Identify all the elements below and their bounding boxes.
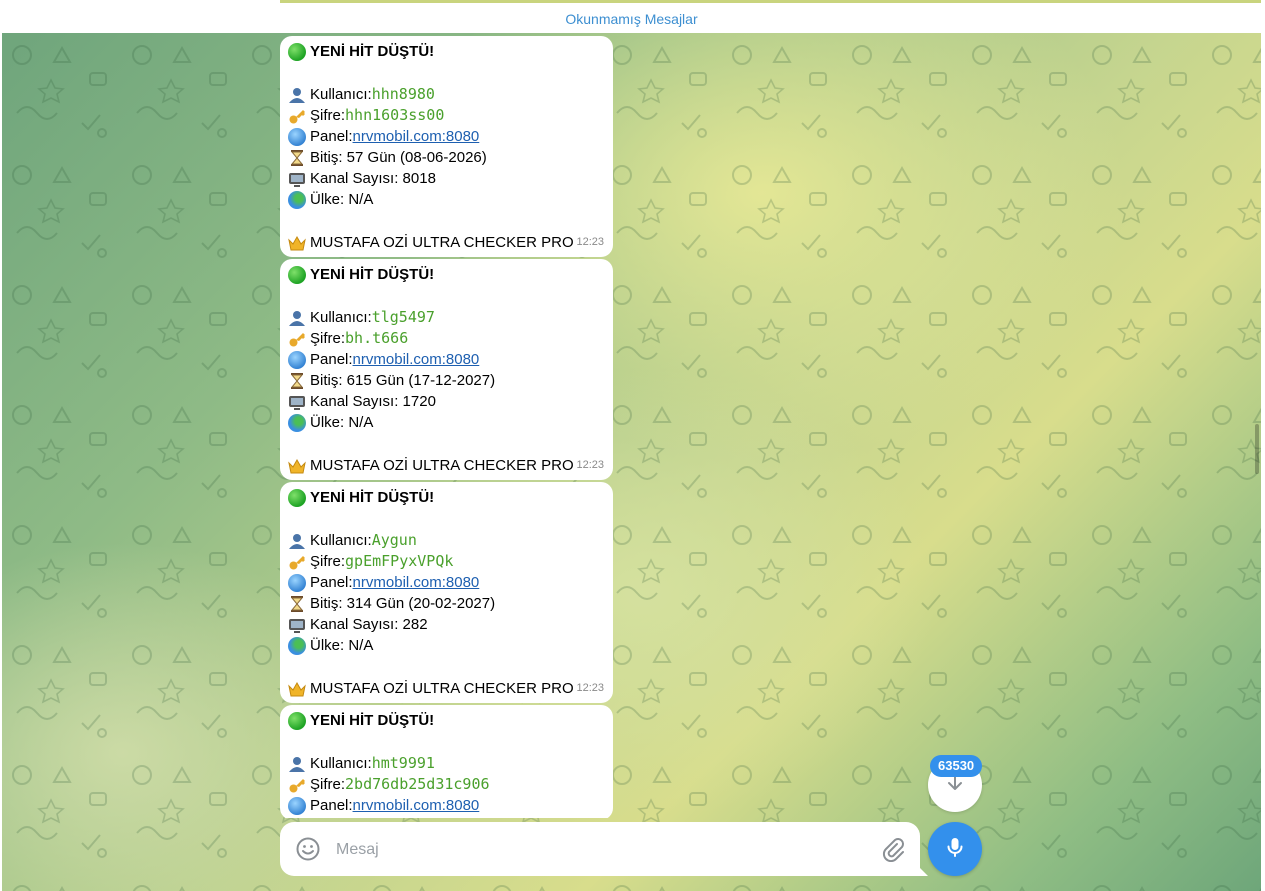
message-bubble[interactable]: YENİ HİT DÜŞTÜ! Kullanıcı: Aygun Şifre: … [280, 482, 613, 703]
message-input[interactable] [334, 835, 878, 865]
message-bubble[interactable]: YENİ HİT DÜŞTÜ! Kullanıcı: tlg5497 Şifre… [280, 259, 613, 480]
globe-icon [288, 573, 306, 592]
unread-count-badge: 63530 [930, 755, 983, 777]
password-label: Şifre: [310, 330, 346, 347]
password-code[interactable]: 2bd76db25d31c906 [345, 774, 490, 795]
top-edge-strip [280, 0, 1261, 3]
globe-icon [288, 350, 306, 369]
username-code[interactable]: tlg5497 [372, 307, 435, 328]
earth-globe-icon [288, 190, 306, 209]
user-label: Kullanıcı: [310, 309, 372, 326]
globe-icon [288, 796, 306, 815]
message-composer [280, 822, 928, 876]
doodle-pattern [2, 33, 1261, 891]
password-label: Şifre: [310, 107, 346, 124]
panel-link[interactable]: nrvmobil.com:8080 [353, 795, 480, 816]
earth-globe-icon [288, 636, 306, 655]
username-code[interactable]: hmt9991 [372, 753, 435, 774]
message-title: YENİ HİT DÜŞTÜ! [310, 43, 435, 60]
user-silhouette-icon [288, 755, 306, 773]
message-bubble[interactable]: YENİ HİT DÜŞTÜ! Kullanıcı: hhn8980 Şifre… [280, 36, 613, 257]
password-label: Şifre: [310, 553, 346, 570]
hourglass-icon [288, 595, 306, 613]
message-time: 12:23 [576, 236, 604, 248]
message-title: YENİ HİT DÜŞTÜ! [310, 266, 435, 283]
panel-label: Panel: [310, 351, 353, 368]
expiry-text: Bitiş: 314 Gün (20-02-2027) [310, 595, 496, 612]
green-circle-icon [288, 265, 306, 284]
password-code[interactable]: bh.t666 [345, 328, 408, 349]
password-code[interactable]: gpEmFPyxVPQk [345, 551, 453, 572]
user-silhouette-icon [288, 86, 306, 104]
signature-text: MUSTAFA OZİ ULTRA CHECKER PRO [310, 680, 574, 697]
scrollbar-thumb[interactable] [1255, 424, 1259, 474]
key-icon [288, 776, 306, 794]
chat-background [2, 33, 1261, 891]
hourglass-icon [288, 149, 306, 167]
panel-label: Panel: [310, 797, 353, 814]
panel-link[interactable]: nrvmobil.com:8080 [353, 572, 480, 593]
unread-messages-divider: Okunmamış Mesajlar [2, 4, 1261, 34]
country-text: Ülke: N/A [310, 414, 374, 431]
user-label: Kullanıcı: [310, 86, 372, 103]
green-circle-icon [288, 42, 306, 61]
message-title: YENİ HİT DÜŞTÜ! [310, 712, 435, 729]
signature-text: MUSTAFA OZİ ULTRA CHECKER PRO [310, 234, 574, 251]
television-icon [288, 616, 306, 634]
message-time: 12:23 [576, 682, 604, 694]
microphone-icon [943, 835, 967, 864]
key-icon [288, 107, 306, 125]
crown-icon [288, 234, 306, 252]
message-list[interactable]: YENİ HİT DÜŞTÜ! Kullanıcı: hhn8980 Şifre… [280, 36, 614, 818]
panel-link[interactable]: nrvmobil.com:8080 [353, 349, 480, 370]
message-bubble[interactable]: YENİ HİT DÜŞTÜ! Kullanıcı: hmt9991 Şifre… [280, 705, 613, 818]
country-text: Ülke: N/A [310, 191, 374, 208]
channel-count-text: Kanal Sayısı: 8018 [310, 170, 436, 187]
user-silhouette-icon [288, 532, 306, 550]
panel-label: Panel: [310, 574, 353, 591]
password-label: Şifre: [310, 776, 346, 793]
signature-text: MUSTAFA OZİ ULTRA CHECKER PRO [310, 457, 574, 474]
hourglass-icon [288, 372, 306, 390]
user-label: Kullanıcı: [310, 532, 372, 549]
channel-count-text: Kanal Sayısı: 282 [310, 616, 428, 633]
panel-label: Panel: [310, 128, 353, 145]
green-circle-icon [288, 711, 306, 730]
crown-icon [288, 457, 306, 475]
username-code[interactable]: Aygun [372, 530, 417, 551]
earth-globe-icon [288, 413, 306, 432]
message-time: 12:23 [576, 459, 604, 471]
unread-messages-label: Okunmamış Mesajlar [565, 10, 698, 27]
channel-count-text: Kanal Sayısı: 1720 [310, 393, 436, 410]
panel-link[interactable]: nrvmobil.com:8080 [353, 126, 480, 147]
key-icon [288, 330, 306, 348]
username-code[interactable]: hhn8980 [372, 84, 435, 105]
crown-icon [288, 680, 306, 698]
user-silhouette-icon [288, 309, 306, 327]
globe-icon [288, 127, 306, 146]
password-code[interactable]: hhn1603ss00 [345, 105, 444, 126]
expiry-text: Bitiş: 57 Gün (08-06-2026) [310, 149, 487, 166]
message-title: YENİ HİT DÜŞTÜ! [310, 489, 435, 506]
television-icon [288, 170, 306, 188]
key-icon [288, 553, 306, 571]
country-text: Ülke: N/A [310, 637, 374, 654]
user-label: Kullanıcı: [310, 755, 372, 772]
voice-record-button[interactable] [928, 822, 982, 876]
television-icon [288, 393, 306, 411]
paperclip-icon[interactable] [880, 836, 906, 863]
expiry-text: Bitiş: 615 Gün (17-12-2027) [310, 372, 496, 389]
green-circle-icon [288, 488, 306, 507]
smiley-icon[interactable] [294, 835, 322, 863]
